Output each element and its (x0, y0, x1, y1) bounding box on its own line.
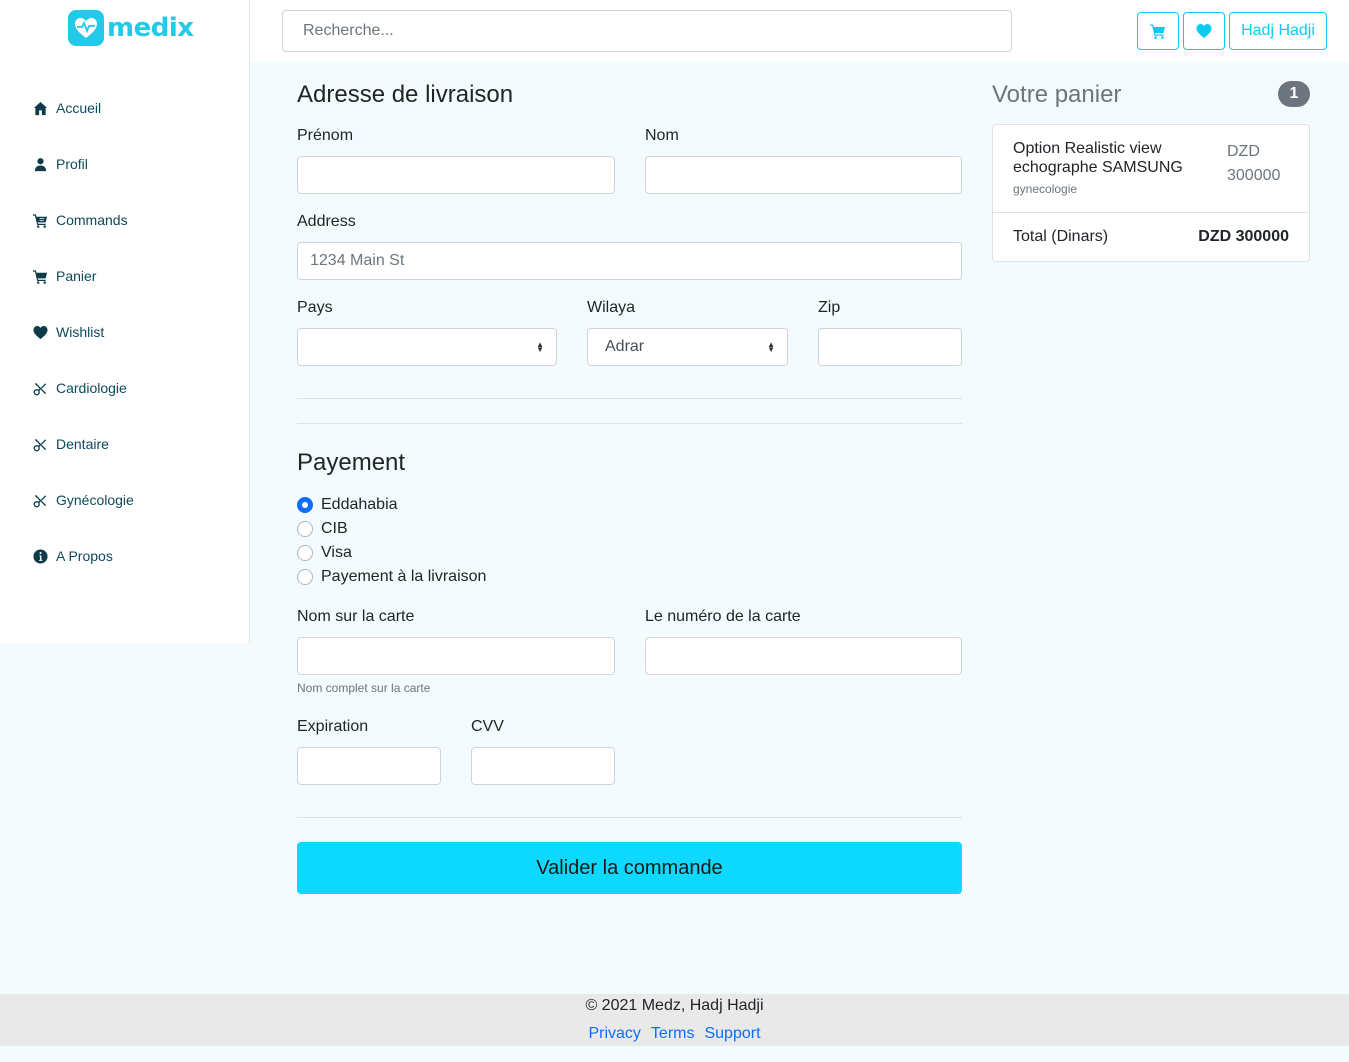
search-input[interactable] (282, 10, 1012, 52)
sidebar-item-label: Profil (56, 156, 88, 172)
heart-pulse-icon (68, 10, 104, 46)
wilaya-label: Wilaya (587, 299, 636, 316)
cart-item-category: gynecologie (1013, 182, 1078, 196)
wishlist-button[interactable] (1183, 12, 1225, 50)
last-name-label: Nom (645, 127, 679, 144)
payment-option-label: CIB (321, 520, 348, 537)
payment-option-label: Visa (321, 544, 352, 561)
shipping-title: Adresse de livraison (297, 81, 514, 108)
divider (297, 817, 962, 818)
top-bar: Hadj Hadji (250, 0, 1349, 62)
sidebar-item-cardiologie[interactable]: Cardiologie (32, 360, 134, 416)
divider (297, 423, 962, 424)
address-field[interactable]: 1234 Main St (297, 242, 962, 280)
sidebar-nav: Accueil Profil Commands Panier Wishlist … (32, 80, 134, 584)
sidebar-item-label: Cardiologie (56, 380, 127, 396)
expiration-label: Expiration (297, 718, 369, 735)
sidebar-item-label: Panier (56, 268, 97, 284)
sidebar-item-profil[interactable]: Profil (32, 136, 134, 192)
heart-icon (32, 324, 48, 340)
submit-order-button[interactable]: Valider la commande (297, 842, 962, 894)
payment-title: Payement (297, 449, 406, 476)
cart-total-value: DZD 300000 (1198, 228, 1289, 245)
sidebar-item-wishlist[interactable]: Wishlist (32, 304, 134, 360)
card-name-field[interactable] (297, 637, 615, 675)
footer-copyright: © 2021 Medz, Hadj Hadji (585, 997, 764, 1014)
select-arrows-icon: ▲ ▼ (767, 340, 775, 354)
sidebar-item-a-propos[interactable]: A Propos (32, 528, 134, 584)
payment-option-eddahabia[interactable]: Eddahabia (297, 496, 398, 514)
cart-icon (32, 268, 48, 284)
cart-item-price: DZD 300000 (1227, 143, 1281, 184)
cart-title: Votre panier (992, 81, 1122, 108)
cart-icon (32, 212, 48, 228)
country-label: Pays (297, 299, 333, 316)
sidebar-item-label: Accueil (56, 100, 102, 116)
footer-link-terms[interactable]: Terms (651, 1025, 695, 1043)
cart-total-label: Total (Dinars) (1013, 228, 1109, 245)
tools-icon (32, 380, 48, 396)
zip-label: Zip (818, 299, 841, 316)
sidebar-item-commands[interactable]: Commands (32, 192, 134, 248)
tools-icon (32, 436, 48, 452)
cvv-field[interactable] (471, 747, 615, 785)
country-select[interactable]: ▲ ▼ (297, 328, 557, 366)
wilaya-select-value: Adrar (605, 338, 645, 355)
cart-icon (1150, 23, 1166, 39)
wilaya-select[interactable]: Adrar ▲ ▼ (587, 328, 788, 366)
brand-name: medix (107, 13, 194, 43)
card-number-field[interactable] (645, 637, 962, 675)
sidebar-item-accueil[interactable]: Accueil (32, 80, 134, 136)
payment-option-label: Payement à la livraison (321, 568, 487, 585)
card-number-label: Le numéro de la carte (645, 608, 801, 625)
divider (297, 398, 962, 399)
first-name-field[interactable] (297, 156, 615, 194)
cart-count-badge: 1 (1278, 81, 1310, 107)
payment-option-visa[interactable]: Visa (297, 544, 352, 562)
select-arrows-icon: ▲ ▼ (536, 340, 544, 354)
cart-summary: Option Realistic view echographe SAMSUNG… (992, 124, 1310, 262)
radio-unchecked[interactable] (297, 521, 313, 537)
home-icon (32, 100, 48, 116)
tools-icon (32, 492, 48, 508)
sidebar-item-gynecologie[interactable]: Gynécologie (32, 472, 134, 528)
last-name-field[interactable] (645, 156, 962, 194)
radio-unchecked[interactable] (297, 545, 313, 561)
sidebar-item-panier[interactable]: Panier (32, 248, 134, 304)
heart-icon (1196, 23, 1212, 39)
sidebar-item-label: Gynécologie (56, 492, 134, 508)
payment-option-cash-on-delivery[interactable]: Payement à la livraison (297, 568, 486, 586)
info-icon (32, 548, 48, 564)
cart-item: Option Realistic view echographe SAMSUNG… (993, 125, 1309, 213)
cart-button[interactable] (1137, 12, 1179, 50)
expiration-field[interactable] (297, 747, 441, 785)
payment-option-cib[interactable]: CIB (297, 520, 348, 538)
cart-item-name: Option Realistic view echographe SAMSUNG (1013, 140, 1183, 176)
sidebar-item-label: Commands (56, 212, 128, 228)
radio-checked[interactable] (297, 497, 313, 513)
card-name-help: Nom complet sur la carte (297, 681, 431, 695)
zip-field[interactable] (818, 328, 962, 366)
card-name-label: Nom sur la carte (297, 608, 415, 625)
sidebar-item-label: Dentaire (56, 436, 109, 452)
sidebar: medix Accueil Profil Commands Panier Wis… (0, 0, 250, 643)
sidebar-item-dentaire[interactable]: Dentaire (32, 416, 134, 472)
radio-unchecked[interactable] (297, 569, 313, 585)
footer: © 2021 Medz, Hadj Hadji Privacy Terms Su… (0, 994, 1349, 1046)
brand-logo[interactable]: medix (68, 9, 194, 47)
footer-link-support[interactable]: Support (704, 1025, 760, 1043)
user-icon (32, 156, 48, 172)
user-menu-button[interactable]: Hadj Hadji (1229, 12, 1327, 50)
footer-links: Privacy Terms Support (0, 1025, 1349, 1043)
payment-option-label: Eddahabia (321, 496, 398, 513)
sidebar-item-label: Wishlist (56, 324, 105, 340)
sidebar-item-label: A Propos (56, 548, 113, 564)
first-name-label: Prénom (297, 127, 354, 144)
footer-link-privacy[interactable]: Privacy (588, 1025, 640, 1043)
cvv-label: CVV (471, 718, 504, 735)
address-label: Address (297, 213, 356, 230)
